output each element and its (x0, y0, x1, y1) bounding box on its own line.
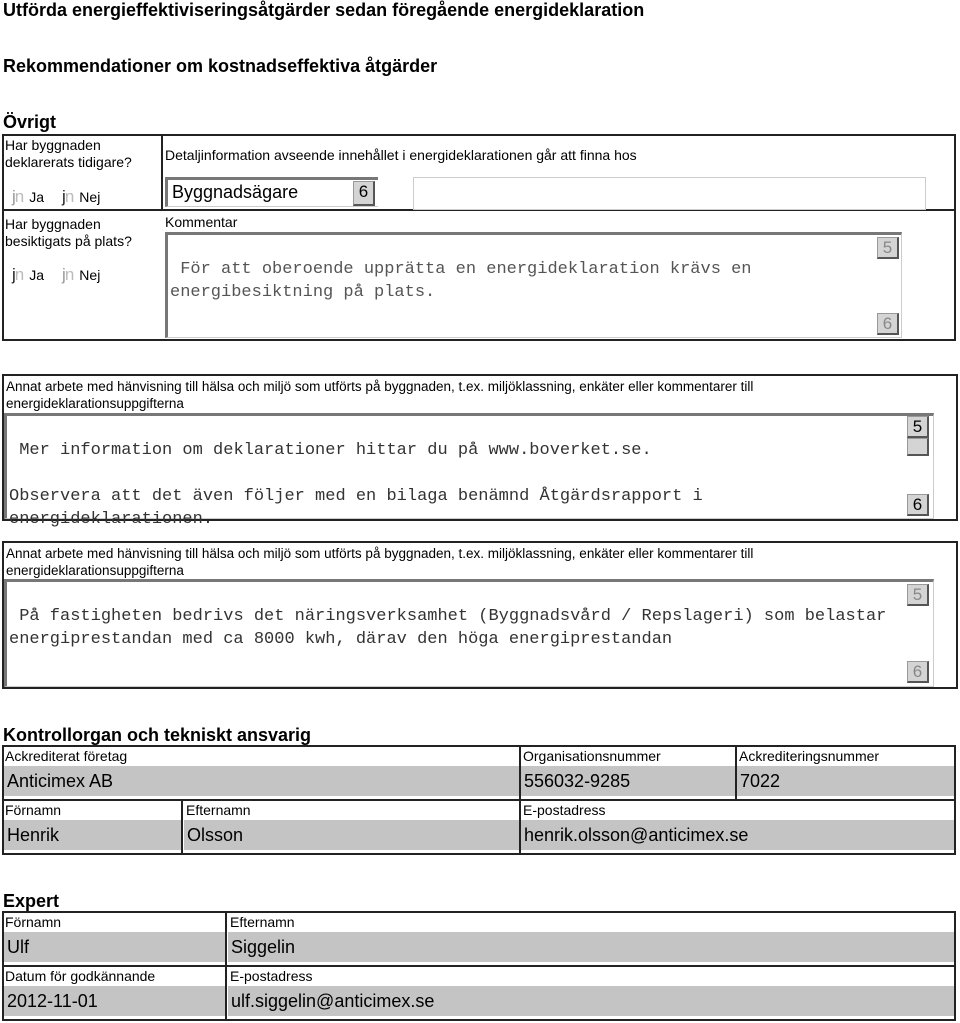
scroll-down-icon[interactable]: 6 (877, 313, 899, 335)
fornamn-field[interactable]: Henrik (4, 820, 181, 850)
radio-label: Ja (29, 267, 45, 283)
expert-fornamn-label: Förnamn (5, 914, 62, 930)
fornamn-label: Förnamn (5, 802, 62, 818)
annat1-textarea[interactable]: Mer information om deklarationer hittar … (4, 413, 934, 529)
annat1-text: Mer information om deklarationer hittar … (9, 441, 703, 529)
radio-nej-1[interactable]: jn (62, 187, 74, 207)
radio-label: Nej (79, 267, 101, 283)
radio-nej-2[interactable]: jn (62, 265, 74, 285)
scroll-up-icon[interactable]: 5 (907, 584, 929, 606)
orgnr-field[interactable]: 556032-9285 (521, 766, 735, 796)
scroll-down-icon[interactable]: 6 (907, 661, 929, 683)
datum-label: Datum för godkännande (5, 968, 156, 984)
annat2-label: Annat arbete med hänvisning till hälsa o… (6, 546, 754, 578)
ackr-label: Ackrediteringsnummer (739, 748, 880, 764)
radio-label: Nej (79, 189, 101, 205)
efternamn-field[interactable]: Olsson (184, 820, 519, 850)
foretag-label: Ackrediterat företag (5, 748, 128, 764)
ackr-field[interactable]: 7022 (737, 766, 954, 796)
expert-efternamn-label: Efternamn (230, 914, 295, 930)
detail-other-input[interactable] (413, 177, 926, 210)
kommentar-text: För att oberoende upprätta en energidekl… (170, 260, 762, 302)
question-inspected: Har byggnaden besiktigats på plats? (5, 216, 132, 249)
expert-fornamn-field[interactable]: Ulf (4, 932, 225, 962)
detail-label: Detaljinformation avseende innehållet i … (165, 147, 637, 163)
radio-ja-1[interactable]: jn (12, 187, 24, 207)
epost-field[interactable]: henrik.olsson@anticimex.se (521, 820, 954, 850)
datum-field[interactable]: 2012-11-01 (4, 986, 225, 1016)
expert-epost-field[interactable]: ulf.siggelin@anticimex.se (228, 986, 954, 1016)
efternamn-label: Efternamn (186, 802, 251, 818)
heading-utforda: Utförda energieffektiviseringsåtgärder s… (3, 0, 645, 20)
orgnr-label: Organisationsnummer (523, 748, 661, 764)
foretag-field[interactable]: Anticimex AB (4, 766, 519, 796)
scroll-up-icon[interactable]: 5 (877, 237, 899, 259)
expert-efternamn-field[interactable]: Siggelin (228, 932, 954, 962)
annat2-textarea[interactable]: På fastigheten bedrivs det näringsverksa… (4, 579, 934, 687)
detail-select-value: Byggnadsägare (172, 182, 299, 202)
scrollbar-thumb[interactable] (907, 438, 929, 456)
annat2-text: På fastigheten bedrivs det näringsverksa… (9, 607, 897, 649)
detail-select[interactable]: Byggnadsägare 6 (165, 177, 378, 207)
heading-expert: Expert (3, 891, 60, 911)
radio-label: Ja (29, 189, 45, 205)
scroll-down-icon[interactable]: 6 (907, 494, 929, 516)
heading-rekommendationer: Rekommendationer om kostnadseffektiva åt… (3, 56, 438, 76)
kommentar-label: Kommentar (165, 214, 238, 230)
radio-ja-2[interactable]: jn (12, 265, 24, 285)
chevron-down-icon[interactable]: 6 (353, 181, 375, 206)
annat1-label: Annat arbete med hänvisning till hälsa o… (6, 379, 754, 411)
expert-epost-label: E-postadress (230, 968, 313, 984)
scroll-up-icon[interactable]: 5 (907, 416, 929, 438)
heading-kontrollorgan: Kontrollorgan och tekniskt ansvarig (3, 725, 312, 745)
question-declared-before: Har byggnaden deklarerats tidigare? (5, 137, 132, 170)
epost-label: E-postadress (523, 802, 606, 818)
kommentar-textarea[interactable]: För att oberoende upprätta en energidekl… (165, 232, 902, 338)
heading-ovrigt: Övrigt (3, 112, 57, 132)
